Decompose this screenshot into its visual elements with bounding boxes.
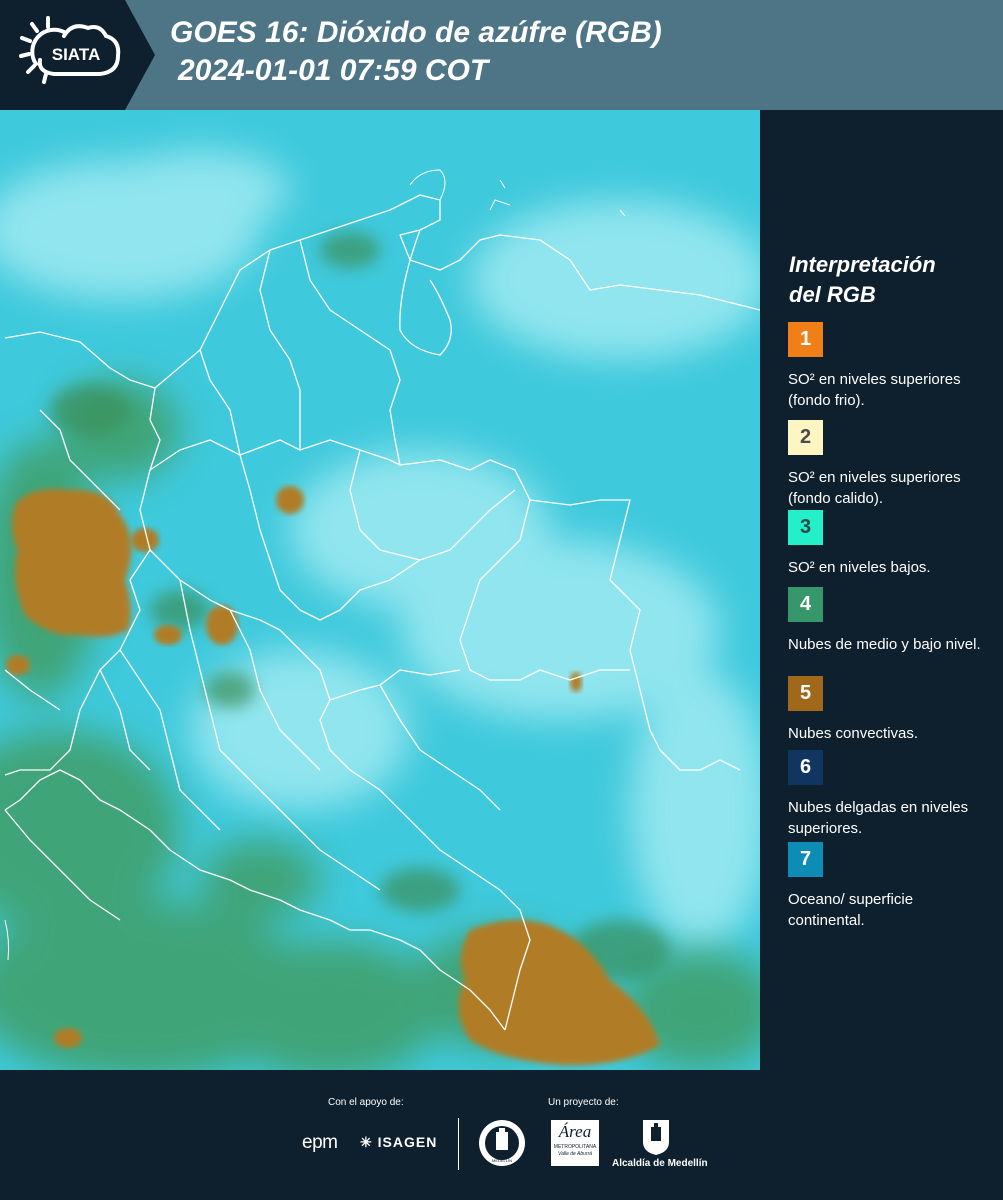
satellite-image [0, 110, 760, 1070]
page-title: GOES 16: Dióxido de azúfre (RGB) [170, 16, 662, 49]
epm-logo-text: epm [302, 1132, 338, 1153]
rgb-legend: Interpretación del RGB 1 SO² en niveles … [760, 110, 1003, 1070]
area-metro-name: Área [558, 1122, 592, 1141]
legend-item-3: 3 SO² en niveles bajos. [788, 510, 993, 578]
legend-title: Interpretación del RGB [789, 250, 989, 310]
legend-item-5: 5 Nubes convectivas. [788, 676, 993, 744]
legend-swatch-7: 7 [788, 842, 823, 877]
footer-divider [458, 1118, 459, 1170]
header: SIATA GOES 16: Dióxido de azúfre (RGB) 2… [0, 0, 1003, 110]
support-label: Con el apoyo de: [328, 1097, 404, 1108]
satellite-map[interactable] [0, 110, 760, 1070]
legend-swatch-2: 2 [788, 420, 823, 455]
area-metro-line1: METROPOLITANA [553, 1144, 597, 1150]
legend-item-6: 6 Nubes delgadas en niveles superiores. [788, 750, 993, 839]
legend-item-1: 1 SO² en niveles superiores (fondo frio)… [788, 322, 993, 411]
legend-label-3: SO² en niveles bajos. [788, 559, 931, 576]
legend-swatch-6: 6 [788, 750, 823, 785]
medellin-seal-logo[interactable]: MEDELLÍN [477, 1118, 527, 1168]
isagen-icon: ✳ [360, 1134, 373, 1150]
legend-item-2: 2 SO² en niveles superiores (fondo calid… [788, 420, 993, 509]
legend-label-7: Oceano/ superficie continental. [788, 891, 914, 929]
legend-title-line1: Interpretación [789, 252, 936, 277]
project-label: Un proyecto de: [548, 1097, 619, 1108]
legend-swatch-4: 4 [788, 587, 823, 622]
legend-label-4: Nubes de medio y bajo nivel. [788, 636, 981, 653]
alcaldia-shield-icon [643, 1120, 669, 1155]
siata-logo[interactable]: SIATA [14, 14, 126, 94]
legend-swatch-3: 3 [788, 510, 823, 545]
footer: Con el apoyo de: Un proyecto de: epm ✳ I… [0, 1070, 1003, 1200]
legend-label-5: Nubes convectivas. [788, 725, 919, 742]
legend-label-2: SO² en niveles superiores (fondo calido)… [788, 469, 961, 507]
page-timestamp: 2024-01-01 07:59 COT [178, 54, 489, 87]
medellin-seal-text: MEDELLÍN [492, 1158, 512, 1163]
legend-item-4: 4 Nubes de medio y bajo nivel. [788, 587, 993, 655]
alcaldia-logo-text[interactable]: Alcaldía de Medellín [612, 1158, 708, 1169]
legend-label-1: SO² en niveles superiores (fondo frio). [788, 371, 961, 409]
area-metropolitana-logo[interactable]: Área METROPOLITANA Valle de Aburrá [551, 1120, 599, 1166]
legend-label-6: Nubes delgadas en niveles superiores. [788, 799, 969, 837]
epm-logo[interactable]: epm [302, 1132, 338, 1154]
legend-title-line2: del RGB [789, 282, 876, 307]
legend-item-7: 7 Oceano/ superficie continental. [788, 842, 993, 931]
legend-swatch-1: 1 [788, 322, 823, 357]
isagen-logo[interactable]: ✳ ISAGEN [360, 1134, 437, 1151]
legend-swatch-5: 5 [788, 676, 823, 711]
logo-text: SIATA [52, 45, 100, 64]
area-metro-line2: Valle de Aburrá [557, 1151, 593, 1157]
isagen-logo-text: ISAGEN [377, 1134, 438, 1150]
